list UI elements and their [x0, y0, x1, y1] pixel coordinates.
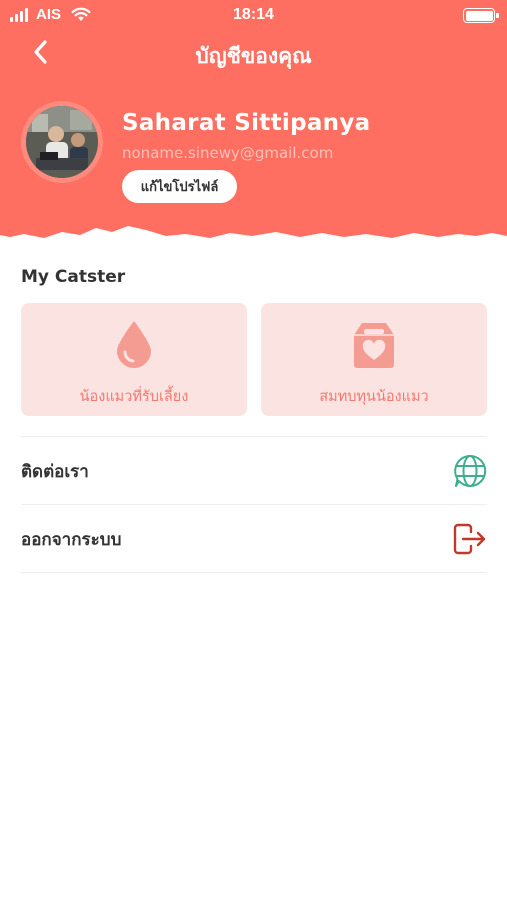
- status-time: 18:14: [233, 6, 274, 23]
- user-email: noname.sinewy@gmail.com: [122, 144, 334, 162]
- avatar-photo: [26, 106, 98, 178]
- status-bar: AIS 18:14: [0, 0, 507, 32]
- logout-icon: [453, 523, 486, 555]
- avatar: [21, 101, 103, 183]
- adopted-cats-card[interactable]: น้องแมวที่รับเลี้ยง: [21, 303, 247, 416]
- donate-card[interactable]: สมทบทุนน้องแมว: [261, 303, 487, 416]
- contact-us-row[interactable]: ติดต่อเรา: [21, 437, 487, 505]
- logout-label: ออกจากระบบ: [21, 529, 122, 550]
- divider: [21, 572, 487, 573]
- battery-icon: [463, 8, 499, 23]
- globe-chat-icon: [454, 454, 487, 487]
- edit-profile-button[interactable]: แก้ไขโปรไฟล์: [122, 170, 237, 203]
- donate-label: สมทบทุนน้องแมว: [319, 389, 429, 405]
- contact-us-label: ติดต่อเรา: [21, 461, 89, 482]
- page-title: บัญชีของคุณ: [195, 44, 312, 68]
- adopted-cats-label: น้องแมวที่รับเลี้ยง: [79, 389, 189, 405]
- section-title: My Catster: [21, 267, 126, 287]
- donation-box-icon: [354, 323, 394, 368]
- drop-icon: [117, 321, 151, 368]
- logout-row[interactable]: ออกจากระบบ: [21, 505, 487, 573]
- user-name: Saharat Sittipanya: [122, 110, 371, 136]
